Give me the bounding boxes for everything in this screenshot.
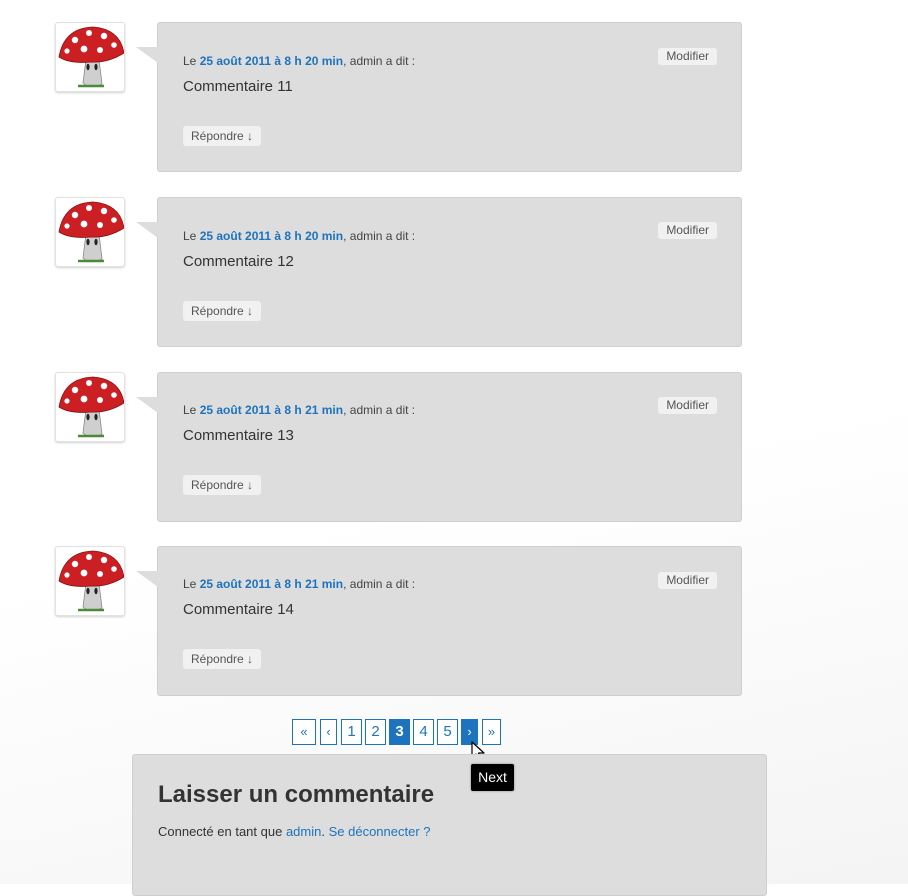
meta-prefix: Le [183,54,200,68]
comment-meta: Le 25 août 2011 à 8 h 20 min, admin a di… [183,54,415,68]
comment-form-title: Laisser un commentaire [158,781,435,808]
avatar [55,546,125,616]
logged-in-separator: . [321,824,329,839]
comment-text: Commentaire 13 [183,427,294,444]
mushroom-avatar-icon [58,201,124,263]
mushroom-avatar-icon [58,376,124,438]
meta-suffix: , admin a dit : [343,229,416,243]
comment-form-section: Laisser un commentaire Connecté en tant … [132,754,767,896]
pagination-page-4[interactable]: 4 [413,719,434,745]
comment-text: Commentaire 12 [183,253,294,270]
comment-text: Commentaire 11 [183,78,293,95]
bubble-arrow [136,222,158,238]
comment-date-link[interactable]: 25 août 2011 à 8 h 20 min [200,229,343,243]
edit-button[interactable]: Modifier [658,572,717,589]
meta-suffix: , admin a dit : [343,54,416,68]
logged-in-prefix: Connecté en tant que [158,824,286,839]
avatar [55,197,125,267]
meta-prefix: Le [183,577,200,591]
reply-button[interactable]: Répondre ↓ [183,475,262,495]
comment-meta: Le 25 août 2011 à 8 h 20 min, admin a di… [183,229,415,243]
meta-prefix: Le [183,403,200,417]
comment-item: Le 25 août 2011 à 8 h 21 min, admin a di… [0,546,908,696]
mushroom-avatar-icon [58,26,124,88]
pagination-prev-button[interactable]: ‹ [320,719,337,745]
comment-date-link[interactable]: 25 août 2011 à 8 h 20 min [200,54,343,68]
edit-button[interactable]: Modifier [658,48,717,65]
pagination-first-button[interactable]: « [292,719,316,745]
meta-suffix: , admin a dit : [343,403,416,417]
comment-item: Le 25 août 2011 à 8 h 20 min, admin a di… [0,197,908,347]
comment-bubble: Le 25 août 2011 à 8 h 20 min, admin a di… [136,197,742,347]
mushroom-avatar-icon [58,550,124,612]
logout-link[interactable]: Se déconnecter ? [329,824,431,839]
reply-button[interactable]: Répondre ↓ [183,649,262,669]
avatar [55,22,125,92]
comment-item: Le 25 août 2011 à 8 h 21 min, admin a di… [0,372,908,522]
comment-bubble: Le 25 août 2011 à 8 h 21 min, admin a di… [136,372,742,522]
avatar [55,372,125,442]
pagination-page-3-current[interactable]: 3 [389,719,410,745]
pagination-page-5[interactable]: 5 [437,719,458,745]
pagination-page-2[interactable]: 2 [365,719,386,745]
reply-button[interactable]: Répondre ↓ [183,126,262,146]
comment-date-link[interactable]: 25 août 2011 à 8 h 21 min [200,577,343,591]
meta-suffix: , admin a dit : [343,577,416,591]
comment-date-link[interactable]: 25 août 2011 à 8 h 21 min [200,403,343,417]
comment-meta: Le 25 août 2011 à 8 h 21 min, admin a di… [183,577,415,591]
bubble-arrow [136,47,158,63]
reply-button[interactable]: Répondre ↓ [183,301,262,321]
edit-button[interactable]: Modifier [658,222,717,239]
comment-bubble: Le 25 août 2011 à 8 h 20 min, admin a di… [136,22,742,172]
comment-text: Commentaire 14 [183,601,294,618]
next-tooltip: Next [471,764,514,791]
pagination-page-1[interactable]: 1 [341,719,362,745]
comment-meta: Le 25 août 2011 à 8 h 21 min, admin a di… [183,403,415,417]
bubble-arrow [136,571,158,587]
comment-bubble: Le 25 août 2011 à 8 h 21 min, admin a di… [136,546,742,696]
profile-link[interactable]: admin [286,824,321,839]
edit-button[interactable]: Modifier [658,397,717,414]
logged-in-as: Connecté en tant que admin. Se déconnect… [158,824,431,839]
comment-item: Le 25 août 2011 à 8 h 20 min, admin a di… [0,22,908,172]
meta-prefix: Le [183,229,200,243]
bubble-arrow [136,397,158,413]
